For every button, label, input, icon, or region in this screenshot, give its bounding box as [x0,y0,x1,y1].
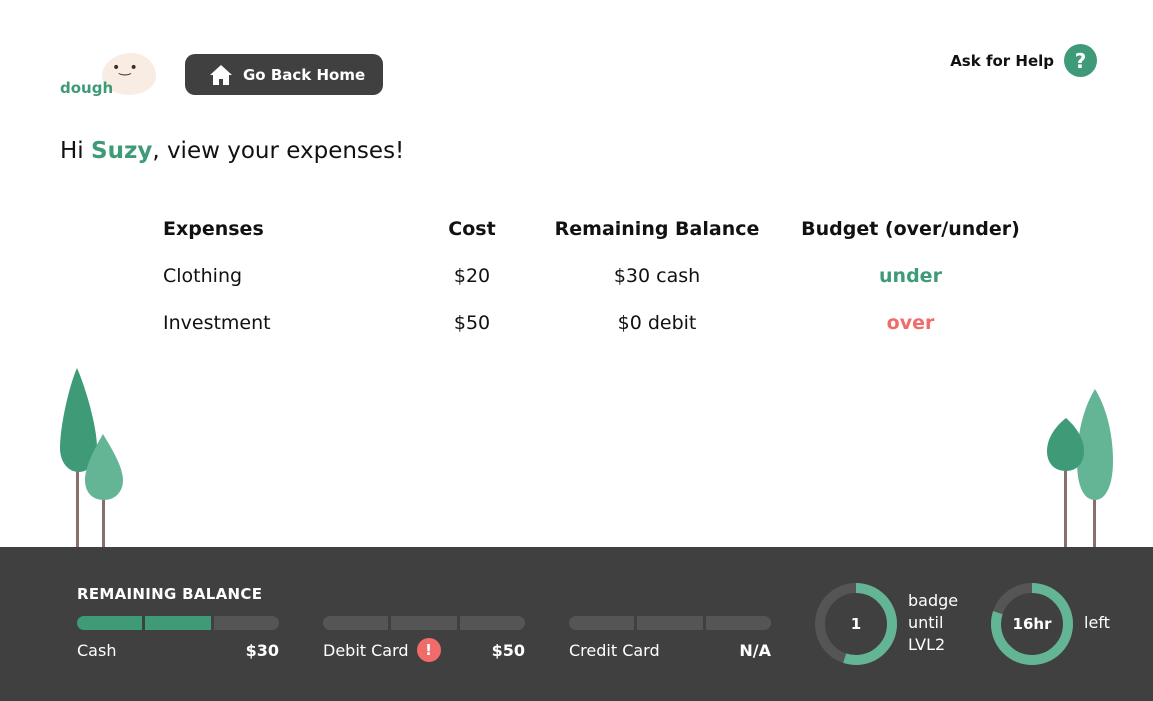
cash-meter: Cash $30 [77,616,279,662]
expense-cost: $20 [453,264,491,287]
meter-segment [459,616,525,630]
budget-status: over [886,311,935,334]
meter-segment [145,616,211,630]
expense-name: Investment [163,311,271,334]
debit-card-meter: Debit Card ! $50 [323,616,525,662]
greeting-suffix: , view your expenses! [152,138,405,164]
dough-logo[interactable]: •‿• dough [58,50,158,100]
column-header-remaining-balance: Remaining Balance [554,217,760,240]
tree-illustration-right [1047,389,1113,548]
remaining-balance-panel: REMAINING BALANCE Cash $30 Debit Card ! … [0,547,1153,701]
go-back-home-label: Go Back Home [243,65,366,84]
meter-segment [569,616,635,630]
badge-label-line: badge [908,591,959,610]
greeting: Hi Suzy, view your expenses! [60,138,404,164]
badge-ring-label: badge until LVL2 [908,590,958,656]
tree-illustration-left [60,368,123,548]
credit-card-amount: N/A [739,640,771,660]
time-left-label: left [1084,613,1110,632]
greeting-prefix: Hi [60,138,91,164]
expense-cost: $50 [453,311,491,334]
meter-segment [637,616,703,630]
meter-segment [705,616,771,630]
table-header: Expenses Cost Remaining Balance Budget (… [163,205,1043,252]
credit-card-meter: Credit Card N/A [569,616,771,662]
meter-segment [77,616,143,630]
ask-for-help-label: Ask for Help [950,51,1054,70]
time-left-value: 16hr [1012,615,1052,633]
expense-remaining: $0 debit [617,311,697,334]
badge-progress-ring: 1 [814,582,898,666]
table-row: Clothing $20 $30 cash under [163,252,1043,299]
expenses-table: Expenses Cost Remaining Balance Budget (… [163,205,1043,346]
column-header-expenses: Expenses [163,217,264,240]
credit-card-label: Credit Card [569,640,660,660]
logo-wordmark: dough [60,79,114,97]
logo-face: •‿• [112,60,138,76]
expense-remaining: $30 cash [613,264,701,287]
badge-count: 1 [850,615,862,633]
debit-card-amount: $50 [491,640,525,660]
alert-icon[interactable]: ! [416,638,441,662]
column-header-cost: Cost [448,217,496,240]
debit-card-meter-bar [323,616,525,630]
cash-amount: $30 [245,640,279,660]
meter-segment [391,616,457,630]
cash-label: Cash [77,640,117,660]
ask-for-help-button[interactable]: Ask for Help ? [950,44,1097,77]
home-icon [210,64,232,85]
expenses-page: •‿• dough Go Back Home Ask for Help ? Hi… [0,0,1153,701]
debit-card-label: Debit Card [323,640,409,660]
help-icon[interactable]: ? [1064,44,1097,77]
meter-segment [213,616,279,630]
cash-meter-bar [77,616,279,630]
go-back-home-button[interactable]: Go Back Home [185,54,383,95]
badge-label-line: until [908,613,944,632]
credit-card-meter-bar [569,616,771,630]
remaining-balance-title: REMAINING BALANCE [77,585,263,603]
badge-label-line: LVL2 [908,635,946,654]
table-row: Investment $50 $0 debit over [163,299,1043,346]
time-left-ring: 16hr [990,582,1074,666]
user-name: Suzy [91,138,153,164]
budget-status: under [879,264,942,287]
debit-card-label-group: Debit Card ! [323,638,441,662]
column-header-budget: Budget (over/under) [801,217,1020,240]
meter-segment [323,616,389,630]
expense-name: Clothing [163,264,243,287]
